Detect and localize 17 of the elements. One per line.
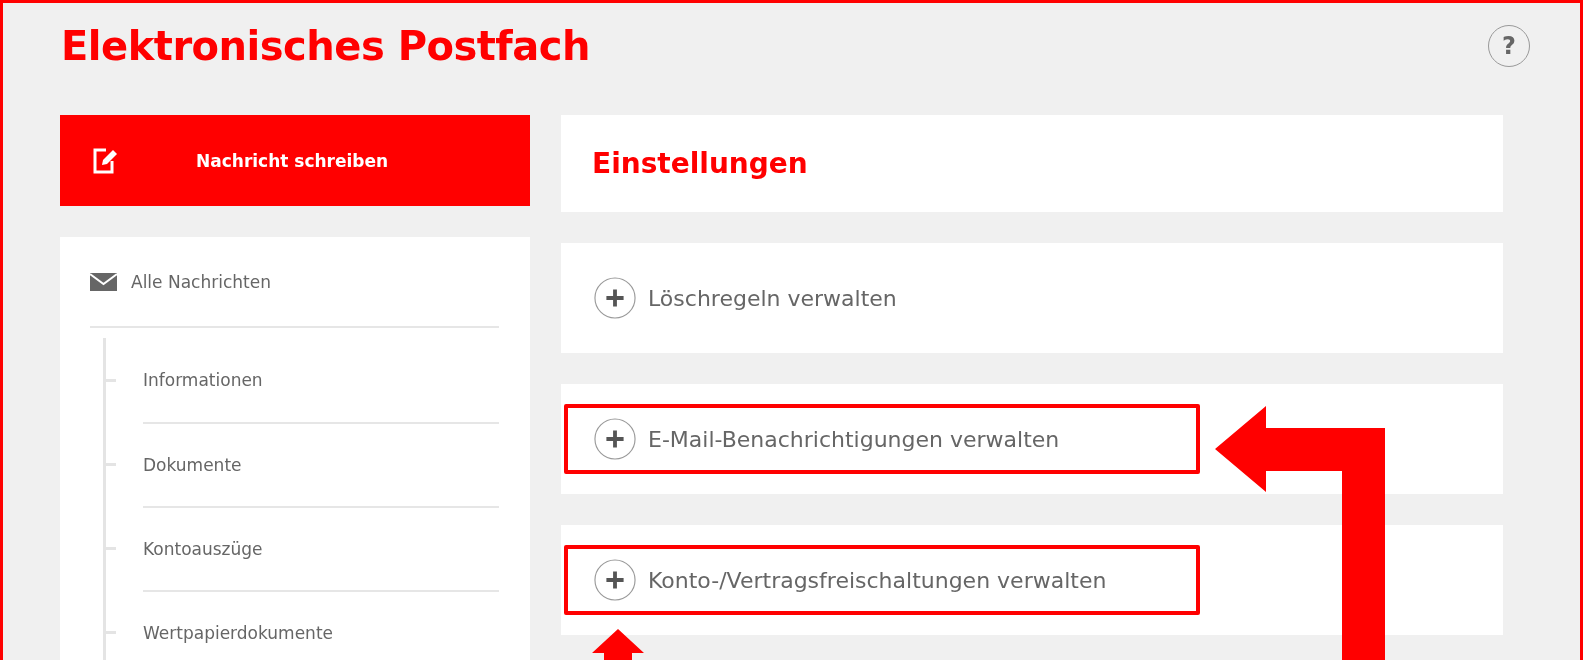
nav-link[interactable]: Informationen — [143, 338, 499, 422]
nav-link[interactable]: Wertpapierdokumente — [143, 590, 499, 660]
help-button[interactable]: ? — [1488, 25, 1530, 67]
nav-link[interactable]: Kontoauszüge — [143, 506, 499, 590]
nav-link[interactable]: Alle Nachrichten — [131, 271, 271, 292]
edit-icon — [92, 146, 118, 175]
accordion-toggle[interactable]: Löschregeln verwalten — [564, 263, 1200, 333]
plus-icon — [594, 559, 636, 601]
accordion-toggle[interactable]: Konto-/Vertragsfreischaltungen verwalten — [564, 545, 1200, 615]
accordion-toggle[interactable]: E-Mail-Benachrichtigungen verwalten — [564, 404, 1200, 474]
compose-button[interactable]: Nachricht schreiben — [60, 115, 530, 206]
section-title: Einstellungen — [592, 147, 808, 180]
envelope-icon — [90, 272, 117, 291]
nav-link[interactable]: Dokumente — [143, 422, 499, 506]
plus-icon — [594, 277, 636, 319]
page-title: Elektronisches Postfach — [61, 23, 590, 69]
plus-icon — [594, 418, 636, 460]
